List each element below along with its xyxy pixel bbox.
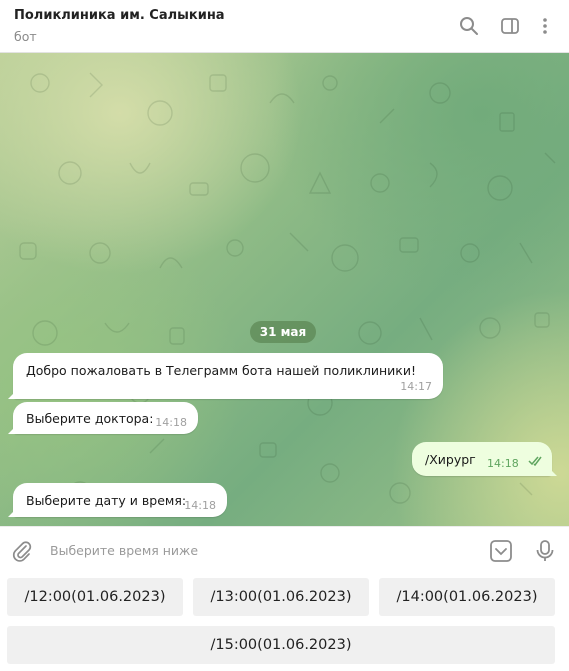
message-time: 14:18 [155,416,187,429]
message-time: 14:17 [400,380,432,393]
message-bubble[interactable]: Добро пожаловать в Телеграмм бота нашей … [8,353,443,399]
message-bubble-outgoing[interactable]: /Хирург 14:18 [412,442,557,476]
message-text: Добро пожаловать в Телеграмм бота нашей … [26,363,416,378]
chat-header: Поликлиника им. Салыкина бот [0,0,569,53]
message-text: Выберите доктора: [26,411,154,426]
more-vertical-icon[interactable] [533,14,557,38]
attach-icon[interactable] [10,539,34,563]
chat-messages-area[interactable]: 31 мая Добро пожаловать в Телеграмм бота… [0,53,569,526]
sidebar-toggle-icon[interactable] [498,14,522,38]
time-slot-button[interactable]: /15:00(01.06.2023) [7,626,555,664]
keyboard-toggle-icon[interactable] [488,538,514,564]
bot-reply-keyboard: /12:00(01.06.2023) /13:00(01.06.2023) /1… [0,572,569,671]
message-input[interactable]: Выберите время ниже [50,543,198,558]
message-time: 14:18 [487,457,519,470]
time-slot-button[interactable]: /12:00(01.06.2023) [7,578,183,616]
message-text: /Хирург [425,452,476,467]
message-composer: Выберите время ниже [0,526,569,572]
chat-subtitle: бот [14,29,37,44]
time-slot-button[interactable]: /14:00(01.06.2023) [379,578,555,616]
date-separator: 31 мая [250,321,316,343]
message-text: Выберите дату и время: [26,493,187,508]
chat-title[interactable]: Поликлиника им. Салыкина [14,8,225,23]
microphone-icon[interactable] [532,538,558,564]
double-check-icon [528,454,545,469]
message-time: 14:18 [184,499,216,512]
search-icon[interactable] [457,14,481,38]
time-slot-button[interactable]: /13:00(01.06.2023) [193,578,369,616]
message-bubble[interactable]: Выберите дату и время: 14:18 [8,483,227,517]
message-bubble[interactable]: Выберите доктора: 14:18 [8,402,198,434]
